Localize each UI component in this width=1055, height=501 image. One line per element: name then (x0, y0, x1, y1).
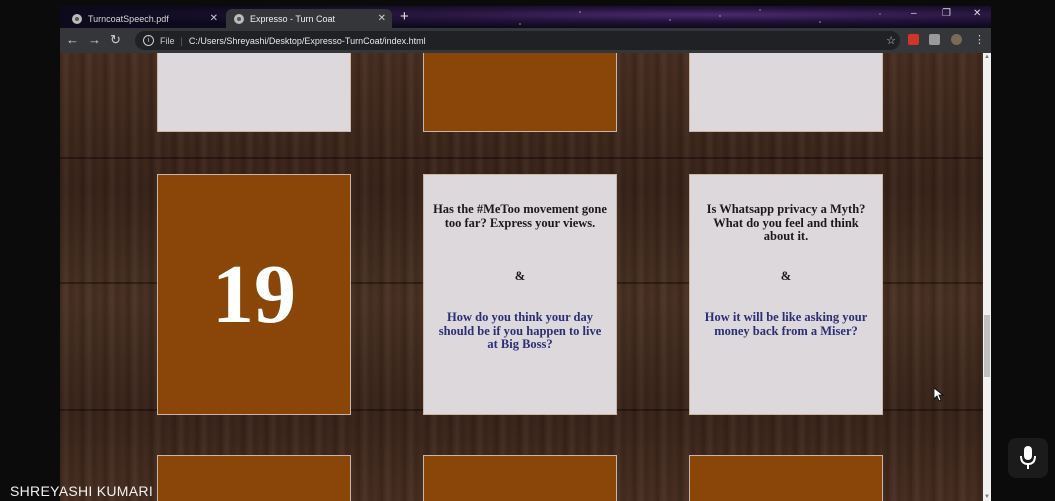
microphone-icon (1020, 446, 1036, 469)
scroll-up-arrow-icon[interactable]: ▲ (983, 54, 991, 60)
topic-separator: & (514, 269, 526, 283)
avatar[interactable] (951, 34, 962, 45)
tab-turncoat-speech[interactable]: TurncoatSpeech.pdf ✕ (64, 9, 224, 28)
restore-button[interactable]: ❐ (942, 8, 951, 19)
topic-question-1: Has the #MeToo movement gone too far? Ex… (433, 202, 607, 230)
minimize-button[interactable]: – (911, 8, 917, 19)
close-tab-icon[interactable]: ✕ (210, 13, 218, 24)
presenter-name: SHREYASHI KUMARI (10, 483, 154, 499)
scrollbar-thumb[interactable] (984, 315, 990, 377)
menu-kebab-icon[interactable]: ⋮ (974, 33, 985, 46)
globe-icon (234, 13, 244, 24)
page-scrollbar[interactable]: ▲ ▼ (983, 53, 991, 501)
info-icon[interactable]: i (143, 35, 154, 46)
microphone-button[interactable] (1008, 438, 1048, 478)
window-close-button[interactable]: ✕ (973, 8, 981, 19)
topic-question-2: How do you think your day should be if y… (438, 310, 602, 351)
back-button[interactable]: ← (66, 32, 79, 47)
browser-tab-strip: TurncoatSpeech.pdf ✕ Expresso - Turn Coa… (60, 6, 991, 28)
card-bottom-middle[interactable] (423, 455, 617, 501)
number-card-19[interactable]: 19 (157, 174, 351, 415)
scroll-down-arrow-icon[interactable]: ▼ (983, 494, 991, 500)
card-bottom-right[interactable] (689, 455, 883, 501)
divider: | (180, 35, 183, 46)
mouse-cursor-icon (934, 388, 944, 402)
globe-icon (72, 13, 82, 24)
url-text[interactable]: C:/Users/Shreyashi/Desktop/Expresso-Turn… (189, 36, 426, 46)
card-top-middle[interactable] (423, 53, 617, 132)
topic-separator: & (780, 269, 792, 283)
card-top-left[interactable] (157, 53, 351, 132)
card-number: 19 (212, 248, 296, 341)
puzzle-extensions-icon[interactable] (929, 34, 940, 45)
page-content: 19 Has the #MeToo movement gone too far?… (60, 53, 983, 501)
tab-label: Expresso - Turn Coat (250, 13, 336, 24)
scheme-label: File (160, 35, 175, 46)
tab-label: TurncoatSpeech.pdf (88, 13, 169, 24)
card-top-right[interactable] (689, 53, 883, 132)
new-tab-button[interactable]: + (400, 8, 409, 25)
forward-button[interactable]: → (88, 32, 101, 47)
reload-button[interactable]: ↻ (110, 32, 121, 48)
tab-expresso-turn-coat[interactable]: Expresso - Turn Coat ✕ (226, 9, 392, 28)
address-bar[interactable]: i File | C:/Users/Shreyashi/Desktop/Expr… (135, 31, 900, 50)
browser-toolbar: ← → ↻ i File | C:/Users/Shreyashi/Deskto… (60, 28, 991, 53)
bookmark-star-icon[interactable]: ☆ (886, 34, 896, 47)
card-bottom-left[interactable] (157, 455, 351, 501)
extension-icon[interactable] (908, 34, 919, 45)
topic-question-2: How it will be like asking your money ba… (704, 310, 868, 338)
topic-card-whatsapp[interactable]: Is Whatsapp privacy a Myth? What do you … (689, 174, 883, 415)
topic-card-metoo[interactable]: Has the #MeToo movement gone too far? Ex… (423, 174, 617, 415)
close-tab-icon[interactable]: ✕ (378, 13, 386, 24)
topic-question-1: Is Whatsapp privacy a Myth? What do you … (706, 202, 866, 243)
wood-plank-divider (60, 157, 983, 159)
